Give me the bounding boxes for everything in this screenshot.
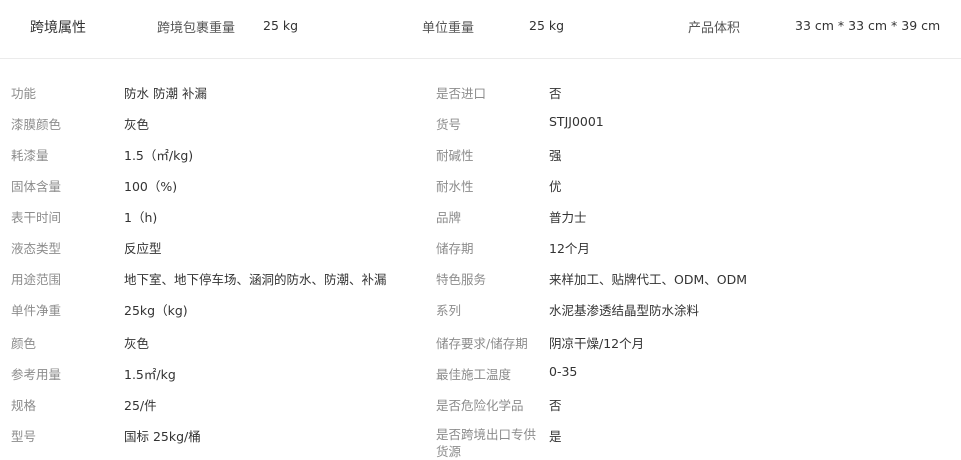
attribute-row: 规格 25/件 是否危险化学品 否 (0, 395, 961, 426)
attribute-key: 固体含量 (11, 179, 62, 194)
package-weight-value: 25 kg (263, 18, 299, 33)
attribute-key: 是否跨境出口专供货源 (436, 427, 537, 459)
attribute-row: 固体含量 100（%) 耐水性 优 (0, 176, 961, 207)
attribute-key: 耐碱性 (436, 148, 474, 163)
attribute-key: 漆膜颜色 (11, 117, 62, 132)
attribute-key: 参考用量 (11, 367, 62, 382)
attribute-row: 表干时间 1（h) 品牌 普力士 (0, 207, 961, 238)
attribute-row: 单件净重 25kg（kg) 系列 水泥基渗透结晶型防水涂料 (0, 300, 961, 331)
attribute-value: 是 (549, 429, 562, 444)
attribute-value: 1.5（㎡/kg) (124, 148, 194, 163)
attribute-key: 单件净重 (11, 303, 62, 318)
cross-border-attributes-header: 跨境属性 跨境包裹重量 25 kg 单位重量 25 kg 产品体积 33 cm … (0, 0, 961, 59)
attribute-value: 1（h) (124, 210, 158, 225)
attribute-value: 普力士 (549, 210, 587, 225)
attribute-value: 防水 防潮 补漏 (124, 86, 207, 101)
attribute-row: 型号 国标 25kg/桶 是否跨境出口专供货源 是 (0, 426, 961, 459)
attribute-value: 灰色 (124, 117, 150, 132)
attribute-value: 阴凉干燥/12个月 (549, 336, 645, 351)
attribute-row: 用途范围 地下室、地下停车场、涵洞的防水、防潮、补漏 特色服务 来样加工、贴牌代… (0, 269, 961, 300)
attribute-key: 耐水性 (436, 179, 474, 194)
attribute-value: 25kg（kg) (124, 303, 188, 318)
attribute-key: 型号 (11, 429, 37, 444)
package-weight-label: 跨境包裹重量 (157, 21, 236, 36)
attribute-row: 液态类型 反应型 储存期 12个月 (0, 238, 961, 269)
unit-weight-label: 单位重量 (422, 21, 475, 36)
attribute-value: 来样加工、贴牌代工、ODM、ODM (549, 272, 747, 287)
attribute-key: 液态类型 (11, 241, 62, 256)
attribute-row: 参考用量 1.5㎡/kg 最佳施工温度 0-35 (0, 364, 961, 395)
attribute-value: 强 (549, 148, 562, 163)
product-volume-value: 33 cm * 33 cm * 39 cm (795, 18, 941, 33)
attribute-key: 储存要求/储存期 (436, 336, 528, 351)
attribute-value: STJJ0001 (549, 114, 604, 129)
attribute-key: 功能 (11, 86, 37, 101)
attribute-value: 0-35 (549, 364, 578, 379)
attribute-key: 系列 (436, 303, 462, 318)
product-volume-label: 产品体积 (688, 21, 741, 36)
unit-weight-value: 25 kg (529, 18, 565, 33)
attribute-value: 25/件 (124, 398, 157, 413)
attribute-key: 规格 (11, 398, 37, 413)
cross-border-attributes-title: 跨境属性 (30, 20, 86, 36)
attribute-key: 耗漆量 (11, 148, 49, 163)
attribute-value: 反应型 (124, 241, 162, 256)
attribute-key: 特色服务 (436, 272, 487, 287)
attribute-row: 漆膜颜色 灰色 货号 STJJ0001 (0, 114, 961, 145)
attribute-value: 100（%) (124, 179, 178, 194)
attribute-key: 最佳施工温度 (436, 367, 512, 382)
attribute-value: 否 (549, 86, 562, 101)
attribute-value: 否 (549, 398, 562, 413)
attribute-key: 品牌 (436, 210, 462, 225)
attribute-value: 1.5㎡/kg (124, 367, 176, 382)
attribute-value: 灰色 (124, 336, 150, 351)
attribute-value: 水泥基渗透结晶型防水涂料 (549, 303, 700, 318)
attribute-value: 国标 25kg/桶 (124, 429, 201, 444)
attribute-value: 优 (549, 179, 562, 194)
attribute-row: 功能 防水 防潮 补漏 是否进口 否 (0, 83, 961, 114)
attribute-value: 12个月 (549, 241, 590, 256)
attribute-key: 颜色 (11, 336, 37, 351)
attribute-row: 颜色 灰色 储存要求/储存期 阴凉干燥/12个月 (0, 333, 961, 364)
attribute-key: 是否危险化学品 (436, 398, 524, 413)
attribute-key: 储存期 (436, 241, 474, 256)
attribute-key: 货号 (436, 117, 462, 132)
attribute-key: 用途范围 (11, 272, 62, 287)
attribute-row: 耗漆量 1.5（㎡/kg) 耐碱性 强 (0, 145, 961, 176)
attribute-key: 表干时间 (11, 210, 62, 225)
attribute-value: 地下室、地下停车场、涵洞的防水、防潮、补漏 (124, 272, 387, 287)
attribute-key: 是否进口 (436, 86, 487, 101)
